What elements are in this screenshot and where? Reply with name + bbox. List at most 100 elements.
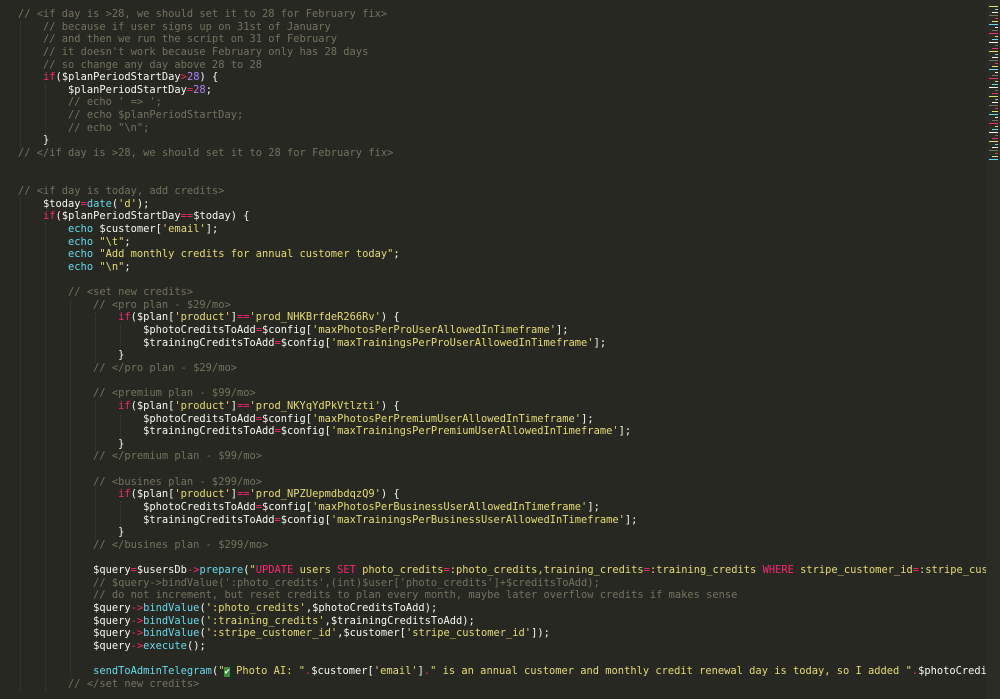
code-token: // it doesn't work because February only… — [43, 45, 369, 58]
code-line[interactable]: // so change any day above 28 to 28 — [18, 59, 986, 72]
code-line[interactable]: // echo ' => '; — [18, 96, 986, 109]
code-token: (); — [186, 640, 206, 653]
code-line[interactable]: $trainingCreditsToAdd=$config['maxTraini… — [18, 514, 986, 527]
code-line[interactable]: echo "\n"; — [18, 261, 986, 274]
minimap-line — [989, 15, 998, 16]
code-token: if — [43, 210, 56, 223]
code-token: 28 — [193, 83, 206, 96]
code-line[interactable]: // <premium plan - $99/mo> — [18, 387, 986, 400]
code-line[interactable]: if($plan['product']=='prod_NKYqYdPkVtlzt… — [18, 400, 986, 413]
code-token: WHERE — [762, 564, 794, 577]
code-token: $today — [193, 210, 231, 223]
code-token: "Add monthly credits for annual customer… — [99, 248, 394, 261]
code-line[interactable]: $planPeriodStartDay=28; — [18, 84, 986, 97]
code-line[interactable]: // because if user signs up on 31st of J… — [18, 21, 986, 34]
code-token: bindValue — [143, 602, 200, 615]
code-line[interactable]: // do not increment, but reset credits t… — [18, 589, 986, 602]
minimap-line — [995, 126, 998, 127]
code-line[interactable]: } — [18, 526, 986, 539]
code-token: "\n" — [99, 260, 125, 273]
code-line[interactable]: // <if day is today, add credits> — [18, 185, 986, 198]
code-line[interactable]: echo $customer['email']; — [18, 223, 986, 236]
code-line[interactable] — [18, 273, 986, 286]
code-line[interactable]: $query->bindValue(':stripe_customer_id',… — [18, 627, 986, 640]
code-token: ]; — [205, 222, 219, 235]
code-line[interactable] — [18, 653, 986, 666]
code-line[interactable]: sendToAdminTelegram("✔ Photo AI: ".$cust… — [18, 665, 986, 678]
code-token: 'prod_NKYqYdPkVtlzti' — [249, 399, 381, 412]
code-line[interactable]: // <set new credits> — [18, 286, 986, 299]
code-token: // echo $planPeriodStartDay; — [68, 109, 244, 122]
code-line[interactable]: if($planPeriodStartDay==$today) { — [18, 210, 986, 223]
code-line[interactable] — [18, 375, 986, 388]
code-token: $usersDb — [136, 564, 187, 577]
code-token: 'prod_NPZUepmdbdqzQ9' — [249, 488, 381, 501]
code-line[interactable]: $photoCreditsToAdd=$config['maxPhotosPer… — [18, 324, 986, 337]
code-line[interactable]: // </premium plan - $99/mo> — [18, 450, 986, 463]
code-line[interactable] — [18, 172, 986, 185]
code-token: $trainingCreditsToAdd — [143, 425, 275, 438]
code-token: $planPeriodStartDay — [61, 71, 181, 84]
code-line[interactable] — [18, 463, 986, 476]
code-token: -> — [130, 614, 144, 627]
code-token: ]; — [556, 324, 569, 337]
minimap-line — [989, 33, 998, 34]
code-token: -> — [130, 627, 144, 640]
code-line[interactable]: } — [18, 438, 986, 451]
code-line[interactable] — [18, 552, 986, 565]
code-token: == — [180, 210, 194, 223]
code-line[interactable]: // </if day is >28, we should set it to … — [18, 147, 986, 160]
code-token: bindValue — [143, 614, 200, 627]
code-line[interactable]: echo "\t"; — [18, 236, 986, 249]
code-line[interactable]: $query->execute(); — [18, 640, 986, 653]
code-line[interactable]: // </pro plan - $29/mo> — [18, 362, 986, 375]
code-line[interactable]: $query->bindValue(':photo_credits',$phot… — [18, 602, 986, 615]
code-editor[interactable]: // <if day is >28, we should set it to 2… — [0, 0, 986, 699]
code-line[interactable]: $query=$usersDb->prepare("UPDATE users S… — [18, 564, 986, 577]
minimap-line — [992, 57, 998, 58]
code-line[interactable]: } — [18, 349, 986, 362]
code-line[interactable]: // echo $planPeriodStartDay; — [18, 109, 986, 122]
code-token: $config — [280, 336, 325, 349]
code-token: } — [118, 349, 125, 362]
minimap[interactable] — [986, 0, 1000, 699]
code-line[interactable]: $trainingCreditsToAdd=$config['maxTraini… — [18, 425, 986, 438]
code-token: ':photo_credits' — [205, 602, 306, 615]
code-line[interactable]: $query->bindValue(':training_credits',$t… — [18, 615, 986, 628]
code-line[interactable]: echo "Add monthly credits for annual cus… — [18, 248, 986, 261]
code-line[interactable]: $photoCreditsToAdd=$config['maxPhotosPer… — [18, 501, 986, 514]
code-token: echo — [68, 260, 94, 273]
code-line[interactable]: // echo "\n"; — [18, 122, 986, 135]
code-line[interactable]: if($plan['product']=='prod_NPZUepmdbdqzQ… — [18, 488, 986, 501]
code-token: $photoCreditsToAdd — [143, 412, 256, 425]
code-token: ); — [462, 614, 475, 627]
code-line[interactable]: $today=date('d'); — [18, 198, 986, 211]
code-token: 'maxTrainingsPerProUserAllowedInTimefram… — [330, 336, 594, 349]
code-line[interactable]: // <pro plan - $29/mo> — [18, 299, 986, 312]
code-line[interactable]: // it doesn't work because February only… — [18, 46, 986, 59]
minimap-line — [989, 51, 998, 52]
code-line[interactable] — [18, 160, 986, 173]
code-token: echo — [68, 235, 94, 248]
code-line[interactable]: // <busines plan - $299/mo> — [18, 476, 986, 489]
code-line[interactable]: $photoCreditsToAdd=$config['maxPhotosPer… — [18, 413, 986, 426]
minimap-line — [989, 123, 998, 124]
minimap-line — [992, 93, 998, 94]
code-token: ':training_credits' — [205, 614, 325, 627]
code-line[interactable]: if($planPeriodStartDay>28) { — [18, 71, 986, 84]
code-line[interactable]: if($plan['product']=='prod_NHKBrfdeR266R… — [18, 311, 986, 324]
code-line[interactable]: // <if day is >28, we should set it to 2… — [18, 8, 986, 21]
code-line[interactable]: } — [18, 134, 986, 147]
code-token: 'product' — [174, 399, 231, 412]
code-line[interactable]: // </busines plan - $299/mo> — [18, 539, 986, 552]
code-lines[interactable]: // <if day is >28, we should set it to 2… — [18, 8, 986, 691]
code-line[interactable]: $trainingCreditsToAdd=$config['maxTraini… — [18, 337, 986, 350]
code-line[interactable]: // and then we run the script on 31 of F… — [18, 33, 986, 46]
code-line[interactable]: // $query->bindValue(':photo_credits',(i… — [18, 577, 986, 590]
code-line[interactable]: // </set new credits> — [18, 678, 986, 691]
